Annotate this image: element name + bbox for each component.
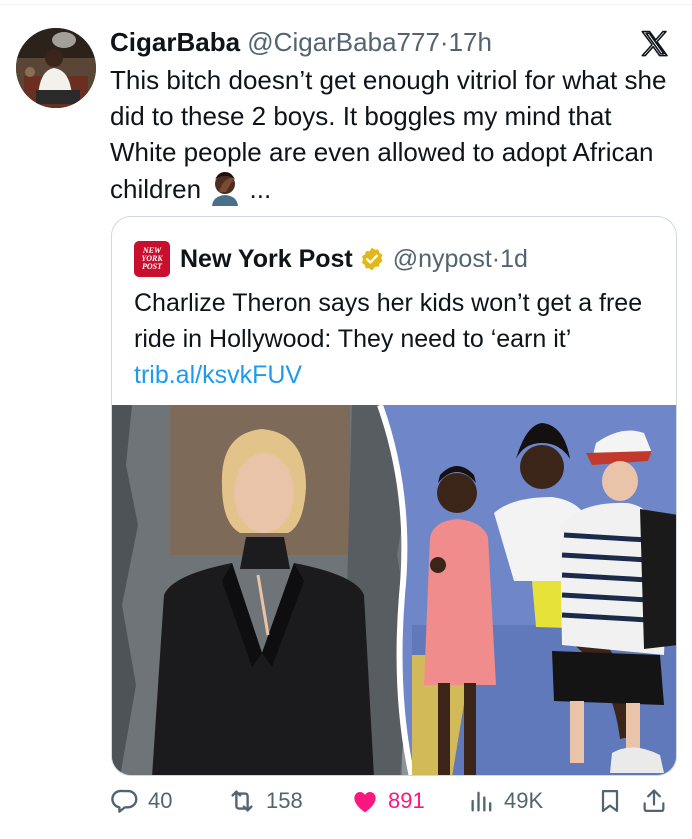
like-button[interactable]: 891 — [350, 786, 425, 816]
post-time[interactable]: 17h — [449, 27, 492, 57]
quoted-body: Charlize Theron says her kids won’t get … — [134, 289, 643, 353]
share-button[interactable] — [640, 786, 676, 816]
quoted-tweet-card[interactable]: NEW YORK POST New York Post @nypost · 1d C… — [111, 216, 677, 776]
quoted-tweet-image[interactable] — [112, 405, 677, 776]
like-count: 891 — [388, 788, 425, 813]
nypost-logo[interactable]: NEW YORK POST — [134, 241, 170, 277]
quoted-post-time[interactable]: 1d — [500, 245, 528, 274]
quoted-author-handle[interactable]: @nypost — [393, 245, 492, 274]
share-icon — [643, 789, 665, 813]
tweet-header: CigarBaba @CigarBaba777·17h — [110, 24, 492, 60]
top-divider — [0, 4, 692, 5]
quoted-tweet-text: Charlize Theron says her kids won’t get … — [134, 285, 654, 393]
tweet-action-bar: 40 158 891 49K — [110, 786, 670, 822]
avatar[interactable] — [16, 28, 96, 108]
views-button[interactable]: 49K — [468, 786, 543, 816]
quoted-author-name[interactable]: New York Post — [180, 245, 353, 274]
reply-icon — [111, 789, 138, 813]
bookmark-button[interactable] — [596, 786, 632, 816]
verified-badge-icon — [361, 247, 383, 271]
analytics-icon — [471, 791, 492, 812]
repost-button[interactable]: 158 — [226, 786, 303, 816]
author-handle[interactable]: @CigarBaba777 — [247, 27, 440, 57]
quoted-link[interactable]: trib.al/ksvkFUV — [134, 361, 302, 389]
quoted-tweet-header: NEW YORK POST New York Post @nypost · 1d — [134, 241, 528, 277]
facepalm-emoji-icon — [212, 172, 239, 206]
repost-count: 158 — [266, 788, 303, 813]
view-count: 49K — [504, 788, 544, 813]
heart-filled-icon — [354, 792, 376, 813]
tweet-ellipsis: ... — [249, 174, 272, 204]
logo-line-3: POST — [142, 262, 162, 271]
repost-icon — [231, 790, 253, 812]
x-logo-icon — [641, 30, 668, 57]
tweet-text: This bitch doesn’t get enough vitriol fo… — [110, 62, 670, 207]
reply-button[interactable]: 40 — [110, 786, 172, 816]
author-display-name[interactable]: CigarBaba — [110, 27, 240, 57]
avatar-image — [16, 28, 96, 108]
reply-count: 40 — [148, 788, 173, 813]
tweet-body: This bitch doesn’t get enough vitriol fo… — [110, 65, 667, 204]
separator-dot: · — [439, 27, 449, 57]
quoted-separator-dot: · — [491, 244, 501, 273]
bookmark-icon — [601, 789, 619, 813]
